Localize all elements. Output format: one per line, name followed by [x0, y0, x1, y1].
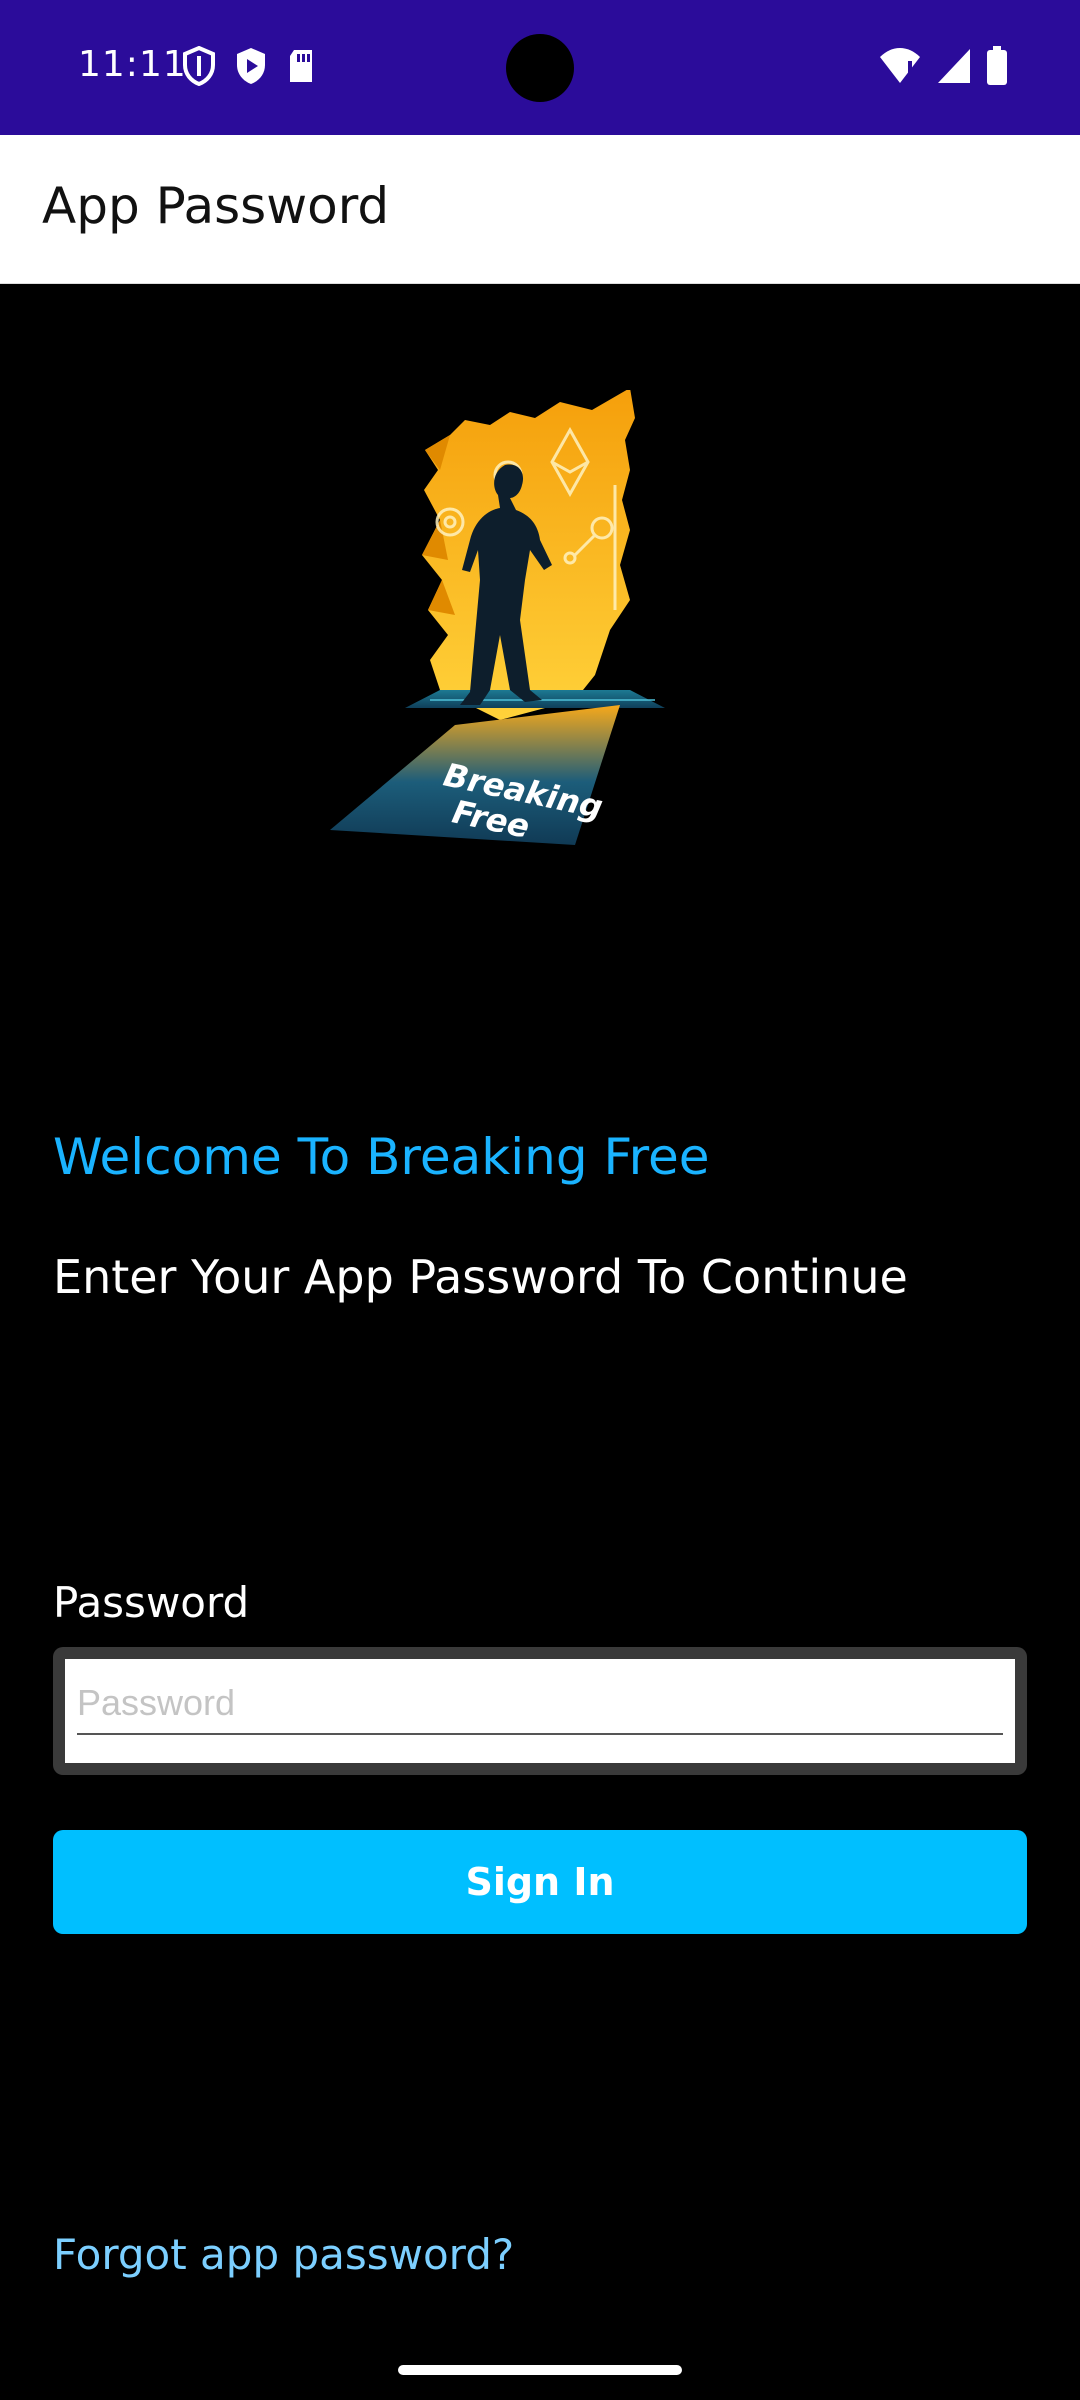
welcome-heading: Welcome To Breaking Free: [53, 1128, 710, 1186]
sign-in-button[interactable]: Sign In: [53, 1830, 1027, 1934]
signal-icon: [938, 49, 970, 83]
password-label: Password: [53, 1578, 250, 1627]
app-title: App Password: [42, 177, 390, 235]
play-protect-icon: [237, 48, 265, 84]
battery-icon: [987, 46, 1007, 85]
camera-cutout: [506, 34, 574, 102]
status-icons-left: [182, 46, 316, 86]
status-time: 11:11: [78, 44, 187, 85]
breaking-free-logo: Breaking Free: [330, 390, 665, 846]
password-field-container: [65, 1659, 1015, 1763]
shield-icon: [183, 46, 215, 86]
wifi-alert-icon: [880, 48, 920, 83]
app-bar: App Password: [0, 135, 1080, 284]
status-icons-right: [878, 46, 1008, 86]
forgot-password-link[interactable]: Forgot app password?: [53, 2230, 514, 2279]
password-input[interactable]: [77, 1673, 1003, 1735]
welcome-subheading: Enter Your App Password To Continue: [53, 1250, 908, 1304]
sd-card-icon: [290, 50, 312, 82]
password-field-frame: [53, 1647, 1027, 1775]
home-indicator[interactable]: [398, 2365, 682, 2375]
status-bar: 11:11: [0, 0, 1080, 135]
